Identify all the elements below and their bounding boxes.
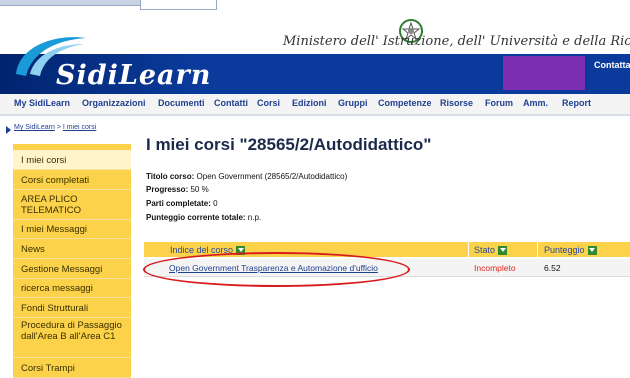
nav-competenze[interactable]: Competenze: [378, 98, 432, 108]
page-title: I miei corsi "28565/2/Autodidattico": [146, 135, 432, 154]
course-title-label: Titolo corso:: [146, 172, 195, 181]
header-purple-box: [503, 56, 585, 90]
nav-gruppi[interactable]: Gruppi: [338, 98, 368, 108]
ministry-title: Ministero dell' Istruzione, dell' Univer…: [283, 34, 630, 49]
score-label: Punteggio corrente totale:: [146, 213, 246, 222]
score-row: Punteggio corrente totale: n.p.: [146, 213, 261, 222]
course-title-value: Open Government (28565/2/Autodidattico): [196, 172, 348, 181]
brand-logo-text[interactable]: SidiLearn: [56, 60, 211, 91]
sort-down-icon[interactable]: [587, 245, 597, 255]
sidebar-item-area-plico-telematico[interactable]: AREA PLICO TELEMATICO: [13, 190, 131, 220]
progress-label: Progresso:: [146, 185, 189, 194]
breadcrumb-separator: >: [56, 124, 61, 131]
progress-row: Progresso: 50 %: [146, 185, 209, 194]
sidebar-item-i-miei-messaggi[interactable]: I miei Messaggi: [13, 220, 131, 239]
header-score[interactable]: Punteggio: [544, 245, 597, 255]
parts-value: 0: [213, 199, 218, 208]
site-header: Ministero dell' Istruzione, dell' Univer…: [0, 16, 630, 94]
parts-row: Parti completate: 0: [146, 199, 218, 208]
red-highlight-ellipse: [143, 252, 410, 287]
breadcrumb-home-link[interactable]: My SidiLearn: [14, 124, 55, 131]
breadcrumb: My SidiLearn > I miei corsi: [14, 124, 96, 131]
score-cell: 6.52: [544, 263, 561, 273]
sidebar-item-procedura-passaggio[interactable]: Procedura di Passaggio dall'Area B all'A…: [13, 318, 131, 358]
parts-label: Parti completate:: [146, 199, 211, 208]
nav-risorse[interactable]: Risorse: [440, 98, 473, 108]
nav-report[interactable]: Report: [562, 98, 591, 108]
nav-forum[interactable]: Forum: [485, 98, 513, 108]
score-value: n.p.: [247, 213, 262, 222]
header-status[interactable]: Stato: [474, 245, 508, 255]
nav-edizioni[interactable]: Edizioni: [292, 98, 327, 108]
nav-corsi[interactable]: Corsi: [257, 98, 280, 108]
nav-amm[interactable]: Amm.: [523, 98, 548, 108]
sidebar-item-fondi-strutturali[interactable]: Fondi Strutturali: [13, 298, 131, 318]
breadcrumb-arrow-icon: [6, 126, 11, 134]
nav-contatti[interactable]: Contatti: [214, 98, 248, 108]
top-tab-box: [140, 0, 217, 10]
breadcrumb-current-link[interactable]: I miei corsi: [63, 124, 96, 131]
sidebar-item-corsi-completati[interactable]: Corsi completati: [13, 170, 131, 190]
contattaci-link[interactable]: Contattaci: [594, 60, 630, 70]
sidebar: I miei corsi Corsi completati AREA PLICO…: [13, 144, 131, 378]
progress-value: 50 %: [190, 185, 209, 194]
main-nav: My SidiLearn Organizzazioni Documenti Co…: [0, 94, 630, 116]
browser-top-strip: [0, 0, 630, 16]
course-title-row: Titolo corso: Open Government (28565/2/A…: [146, 172, 347, 181]
top-tab-left: [0, 0, 140, 6]
header-status-label: Stato: [474, 245, 496, 255]
nav-my-sidilearn[interactable]: My SidiLearn: [14, 98, 70, 108]
sidebar-item-i-miei-corsi[interactable]: I miei corsi: [13, 150, 131, 170]
sidebar-item-corsi-trampi[interactable]: Corsi Trampi: [13, 358, 131, 378]
header-score-label: Punteggio: [544, 245, 585, 255]
nav-documenti[interactable]: Documenti: [158, 98, 205, 108]
nav-organizzazioni[interactable]: Organizzazioni: [82, 98, 146, 108]
sidebar-item-gestione-messaggi[interactable]: Gestione Messaggi: [13, 259, 131, 279]
sidebar-item-news[interactable]: News: [13, 239, 131, 259]
sidebar-item-ricerca-messaggi[interactable]: ricerca messaggi: [13, 279, 131, 298]
sort-down-icon[interactable]: [498, 245, 508, 255]
status-value: Incompleto: [474, 263, 516, 273]
